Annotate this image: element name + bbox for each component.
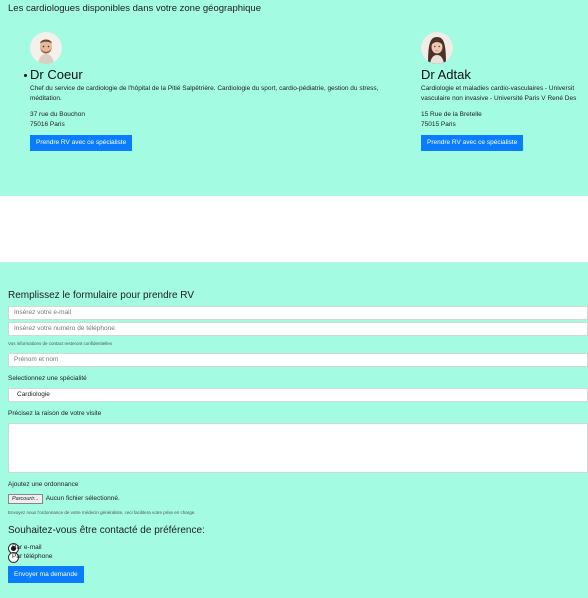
reason-textarea[interactable] (8, 423, 588, 473)
file-upload: Parcourir... Aucun fichier sélectionné. (8, 494, 120, 504)
email-field[interactable]: Insérez votre e-mail (8, 306, 588, 320)
prescription-hint: Envoyez nous l'ordonnance de votre médec… (8, 510, 196, 515)
privacy-hint: Vos informations de contact resteront co… (8, 341, 113, 346)
separator-band (0, 196, 588, 263)
doctor-avatar (421, 32, 453, 64)
specialty-select[interactable]: Cardiologie (8, 388, 588, 402)
reason-label: Précisez la raison de votre visite (8, 410, 102, 417)
list-bullet (24, 74, 27, 77)
specialty-label: Selectionnez une spécialité (8, 375, 87, 382)
phone-field[interactable]: Insérez votre numéro de téléphone (8, 322, 588, 336)
doctor-name: Dr Adtak (421, 67, 471, 82)
doctor-card: Dr Coeur Chef du service de cardiologie … (24, 32, 400, 151)
intro-text: Les cardiologues disponibles dans votre … (8, 3, 261, 14)
doctor-city: 75016 Paris (30, 120, 65, 128)
doctor-avatar (30, 32, 62, 64)
browse-button[interactable]: Parcourir... (8, 494, 43, 504)
prescription-label: Ajoutez une ordonnance (8, 481, 79, 488)
preference-title: Souhaitez-vous être contacté de préféren… (8, 525, 205, 536)
doctors-section: Les cardiologues disponibles dans votre … (0, 0, 588, 196)
name-field[interactable]: Prénom et nom (8, 353, 588, 367)
doctor-address: 37 rue du Bouchon 75016 Paris (30, 110, 400, 129)
doctor-description: Chef du service de cardiologie de l'hôpi… (30, 85, 379, 102)
submit-button[interactable]: Envoyer ma demande (8, 566, 84, 583)
doctor-description-line: vasculaire non invasive - Université Par… (421, 94, 577, 102)
doctor-street: 15 Rue de la Bretelle (421, 111, 482, 118)
book-appointment-button[interactable]: Prendre RV avec ce spécialiste (421, 135, 524, 151)
phone-option-label: Par téléphone (12, 553, 53, 560)
doctor-description: Cardiologie et maladies cardio-vasculair… (421, 84, 588, 103)
doctor-description-line: Cardiologie et maladies cardio-vasculair… (421, 85, 575, 92)
doctor-city: 75015 Paris (421, 120, 456, 128)
doctor-card: Dr Adtak Cardiologie et maladies cardio-… (421, 32, 588, 151)
doctor-name: Dr Coeur (30, 67, 83, 82)
doctor-street: 37 rue du Bouchon (30, 111, 85, 118)
book-appointment-button[interactable]: Prendre RV avec ce spécialiste (30, 135, 133, 151)
file-status: Aucun fichier sélectionné. (45, 495, 120, 502)
doctor-address: 15 Rue de la Bretelle 75015 Paris (421, 110, 588, 129)
form-title: Remplissez le formulaire pour prendre RV (8, 290, 195, 301)
